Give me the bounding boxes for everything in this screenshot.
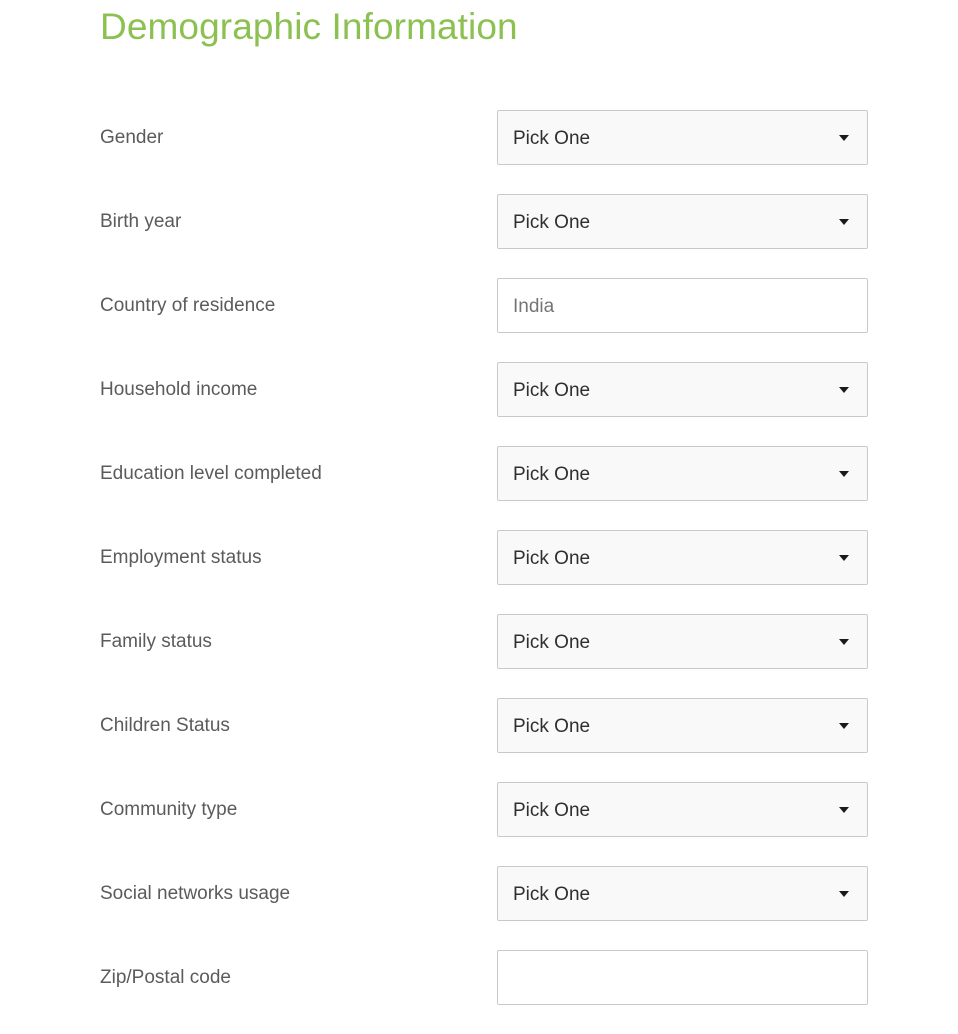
field-value-family-status: Pick One — [513, 631, 591, 653]
form-row: Community type Pick One — [0, 782, 958, 866]
field-value-country-of-residence: India — [513, 295, 555, 317]
field-value-gender: Pick One — [513, 127, 591, 149]
field-label-community-type: Community type — [100, 799, 238, 820]
chevron-down-icon — [839, 722, 849, 729]
chevron-down-icon — [839, 134, 849, 141]
select-education-level-completed[interactable]: Pick One — [497, 446, 868, 501]
field-label-children-status: Children Status — [100, 715, 230, 736]
input-zip-postal-code[interactable] — [497, 950, 868, 1005]
form-row: Gender Pick One — [0, 110, 958, 194]
field-label-birth-year: Birth year — [100, 211, 182, 232]
field-label-family-status: Family status — [100, 631, 212, 652]
field-label-household-income: Household income — [100, 379, 258, 400]
chevron-down-icon — [839, 386, 849, 393]
select-employment-status[interactable]: Pick One — [497, 530, 868, 585]
select-social-networks-usage[interactable]: Pick One — [497, 866, 868, 921]
chevron-down-icon — [839, 218, 849, 225]
chevron-down-icon — [839, 638, 849, 645]
form-row: Education level completed Pick One — [0, 446, 958, 530]
chevron-down-icon — [839, 554, 849, 561]
select-community-type[interactable]: Pick One — [497, 782, 868, 837]
field-value-birth-year: Pick One — [513, 211, 591, 233]
field-label-employment-status: Employment status — [100, 547, 262, 568]
input-country-of-residence[interactable]: India — [497, 278, 868, 333]
form-row: Employment status Pick One — [0, 530, 958, 614]
page-title: Demographic Information — [100, 6, 518, 47]
field-label-education-level-completed: Education level completed — [100, 463, 322, 484]
field-value-children-status: Pick One — [513, 715, 591, 737]
form-row: Social networks usage Pick One — [0, 866, 958, 950]
field-label-zip-postal-code: Zip/Postal code — [100, 967, 231, 988]
select-birth-year[interactable]: Pick One — [497, 194, 868, 249]
select-gender[interactable]: Pick One — [497, 110, 868, 165]
field-label-gender: Gender — [100, 127, 164, 148]
chevron-down-icon — [839, 470, 849, 477]
form-row: Country of residence India — [0, 278, 958, 362]
select-children-status[interactable]: Pick One — [497, 698, 868, 753]
field-label-social-networks-usage: Social networks usage — [100, 883, 291, 904]
select-family-status[interactable]: Pick One — [497, 614, 868, 669]
demographic-form: Gender Pick One Birth year Pick One Country … — [0, 110, 958, 1034]
field-value-employment-status: Pick One — [513, 547, 591, 569]
field-label-country-of-residence: Country of residence — [100, 295, 276, 316]
field-value-community-type: Pick One — [513, 799, 591, 821]
form-row: Birth year Pick One — [0, 194, 958, 278]
demographic-information-page: Demographic Information Gender Pick One Bi… — [0, 0, 958, 1024]
select-household-income[interactable]: Pick One — [497, 362, 868, 417]
field-value-social-networks-usage: Pick One — [513, 883, 591, 905]
form-row: Household income Pick One — [0, 362, 958, 446]
chevron-down-icon — [839, 890, 849, 897]
form-row: Children Status Pick One — [0, 698, 958, 782]
field-value-household-income: Pick One — [513, 379, 591, 401]
form-row: Family status Pick One — [0, 614, 958, 698]
field-value-education-level-completed: Pick One — [513, 463, 591, 485]
chevron-down-icon — [839, 806, 849, 813]
form-row: Zip/Postal code — [0, 950, 958, 1034]
